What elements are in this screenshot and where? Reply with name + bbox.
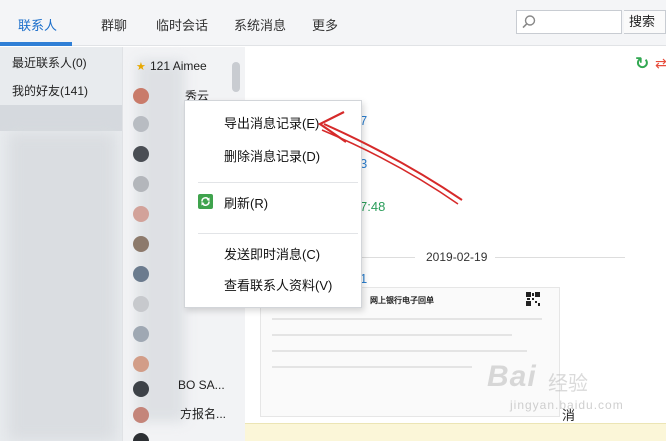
divider bbox=[495, 257, 625, 258]
avatar bbox=[133, 356, 149, 372]
refresh-icon bbox=[198, 194, 213, 209]
menu-separator bbox=[198, 233, 358, 234]
contact-item[interactable]: 121 Aimee bbox=[150, 59, 207, 73]
avatar bbox=[133, 88, 149, 104]
contact-item[interactable]: BO SA... bbox=[178, 378, 225, 392]
nav-arrows-icon[interactable]: ⇄ bbox=[655, 55, 666, 72]
tab-group-chat[interactable]: 群聊 bbox=[101, 15, 127, 34]
category-selected-row[interactable] bbox=[0, 105, 122, 131]
refresh-icon[interactable]: ↻ bbox=[635, 54, 649, 74]
search-icon bbox=[522, 15, 536, 29]
date-separator: 2019-02-19 bbox=[426, 250, 488, 264]
receipt-line bbox=[272, 318, 542, 320]
watermark-subtitle: 经验 bbox=[548, 373, 588, 395]
status-bar bbox=[245, 423, 666, 441]
receipt-title: 网上银行电子回单 bbox=[370, 296, 434, 305]
active-tab-indicator bbox=[0, 42, 72, 46]
divider bbox=[360, 257, 415, 258]
avatar bbox=[133, 381, 149, 397]
avatar bbox=[133, 266, 149, 282]
qr-code-icon bbox=[526, 292, 540, 306]
category-friends[interactable]: 我的好友(141) bbox=[12, 82, 88, 99]
avatar bbox=[133, 176, 149, 192]
blurred-category-list bbox=[8, 132, 116, 441]
cancel-text: 消 bbox=[562, 408, 576, 423]
contact-item[interactable]: 方报名... bbox=[180, 405, 226, 422]
avatar bbox=[133, 236, 149, 252]
avatar bbox=[133, 407, 149, 423]
watermark-logo: Bai bbox=[487, 360, 537, 393]
tab-system-messages[interactable]: 系统消息 bbox=[234, 15, 286, 34]
tab-contacts[interactable]: 联系人 bbox=[18, 15, 57, 34]
menu-item-view-profile[interactable]: 查看联系人资料(V) bbox=[224, 275, 332, 294]
category-recent[interactable]: 最近联系人(0) bbox=[12, 54, 87, 71]
tab-more[interactable]: 更多 bbox=[312, 15, 338, 34]
menu-item-send-message[interactable]: 发送即时消息(C) bbox=[224, 244, 320, 263]
receipt-line bbox=[272, 350, 527, 352]
search-button[interactable]: 搜索 bbox=[624, 10, 666, 34]
star-icon: ★ bbox=[136, 61, 146, 73]
contact-list-scrollbar[interactable] bbox=[232, 62, 240, 92]
avatar bbox=[133, 326, 149, 342]
receipt-line bbox=[272, 334, 512, 336]
avatar bbox=[133, 206, 149, 222]
avatar bbox=[133, 116, 149, 132]
annotation-arrow-icon bbox=[317, 111, 463, 205]
avatar bbox=[133, 296, 149, 312]
receipt-line bbox=[272, 366, 472, 368]
tab-temp-chat[interactable]: 临时会话 bbox=[156, 15, 208, 34]
avatar bbox=[133, 146, 149, 162]
menu-item-refresh[interactable]: 刷新(R) bbox=[224, 193, 268, 212]
